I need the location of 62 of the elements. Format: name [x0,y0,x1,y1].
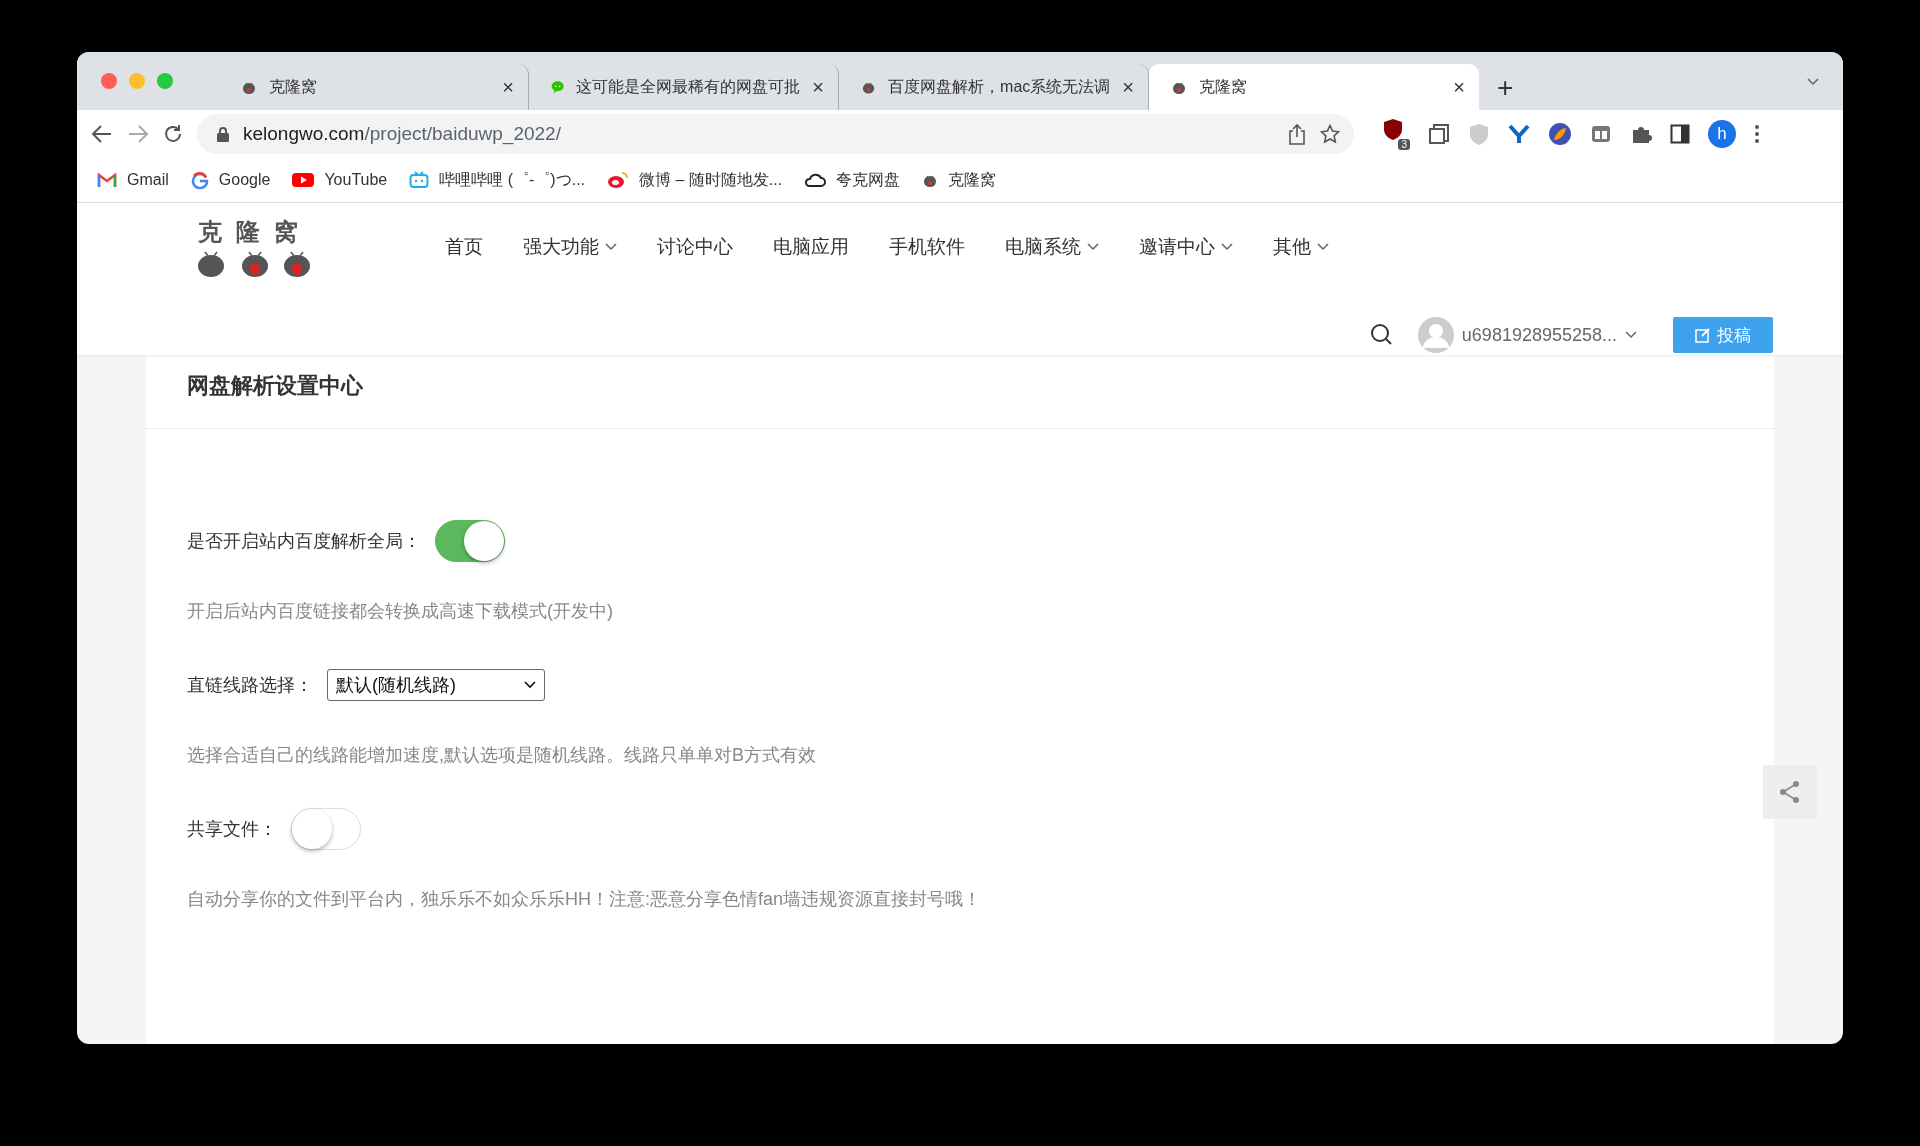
close-tab-button[interactable]: × [1453,75,1465,99]
help-text: 选择合适自己的线路能增加速度,默认选项是随机线路。线路只单单对B方式有效 [187,744,817,767]
cloud-icon [804,172,827,188]
bookmark[interactable]: Gmail [97,171,169,189]
nav-link[interactable]: 手机软件 [889,234,965,260]
nav-link[interactable]: 电脑系统 [1005,234,1099,260]
chevron-down-icon [1317,243,1329,251]
more-menu-icon[interactable] [1754,124,1760,144]
side-panel-icon[interactable] [1670,124,1690,144]
play-icon [292,172,315,188]
bookmark[interactable]: 微博 – 随时随地发... [607,169,783,191]
bookmark[interactable]: 哔哩哔哩 (゜-゜)つ... [409,169,585,191]
nav-link[interactable]: 电脑应用 [773,234,849,260]
mail-icon [97,172,117,188]
setting-label: 直链线路选择： [187,674,313,697]
close-tab-button[interactable]: × [1122,75,1134,99]
close-tab-button[interactable]: × [812,75,824,99]
chevron-down-icon [1221,243,1233,251]
close-tab-button[interactable]: × [502,75,514,99]
user-menu[interactable]: u6981928955258... [1417,317,1637,353]
help-text: 自动分享你的文件到平台内，独乐乐不如众乐乐HH！注意:恶意分享色情fan墙违规资源直接封号哦！ [187,888,983,911]
bookmark[interactable]: 克隆窝 [922,169,997,191]
toggle-switch[interactable] [435,520,505,562]
google-g-icon [190,171,209,189]
fox-globe-icon[interactable] [1548,122,1572,146]
extension-icon[interactable] [1590,123,1612,145]
bookmark[interactable]: 夸克网盘 [804,169,901,191]
nav-link[interactable]: 强大功能 [523,234,617,260]
share-icon [1779,780,1801,804]
caret-icon [524,681,536,689]
nav-link[interactable]: 其他 [1273,234,1329,260]
route-select[interactable]: 默认(随机线路) [327,669,545,701]
eye-logo-icon [607,171,629,189]
chevron-down-icon [1087,243,1099,251]
edit-icon [1695,327,1711,343]
address-bar[interactable]: kelongwo.com/project/baiduwp_2022/ [197,114,1354,154]
share-icon[interactable] [1288,123,1306,145]
tv-icon [409,171,430,189]
nav-link[interactable]: 邀请中心 [1139,234,1233,260]
chevron-down-icon [1625,331,1637,339]
chevron-down-icon [1807,78,1819,86]
page-title: 网盘解析设置中心 [146,355,1774,429]
lock-icon [217,126,229,142]
bookmark[interactable]: Google [190,171,271,189]
star-icon[interactable] [1320,124,1340,144]
profile-avatar[interactable]: h [1708,120,1736,148]
y-logo-icon[interactable] [1508,123,1530,145]
setting-label: 共享文件： [187,818,277,841]
setting-label: 是否开启站内百度解析全局： [187,530,421,553]
bookmark[interactable]: YouTube [292,171,388,189]
nav-link[interactable]: 首页 [445,234,483,260]
search-icon[interactable] [1369,323,1394,347]
copy-icon[interactable] [1428,123,1450,145]
help-text: 开启后站内百度链接都会转换成高速下载模式(开发中) [187,600,614,623]
back-icon[interactable] [91,124,113,144]
chevron-down-icon [605,243,617,251]
share-button[interactable] [1763,765,1817,819]
browser-tab[interactable]: 克隆窝 × [1149,64,1479,110]
reload-icon[interactable] [163,124,183,144]
nav-link[interactable]: 讨论中心 [657,234,733,260]
new-tab-button[interactable]: + [1497,72,1514,104]
site-logo-text: 克隆窝 [198,218,312,247]
